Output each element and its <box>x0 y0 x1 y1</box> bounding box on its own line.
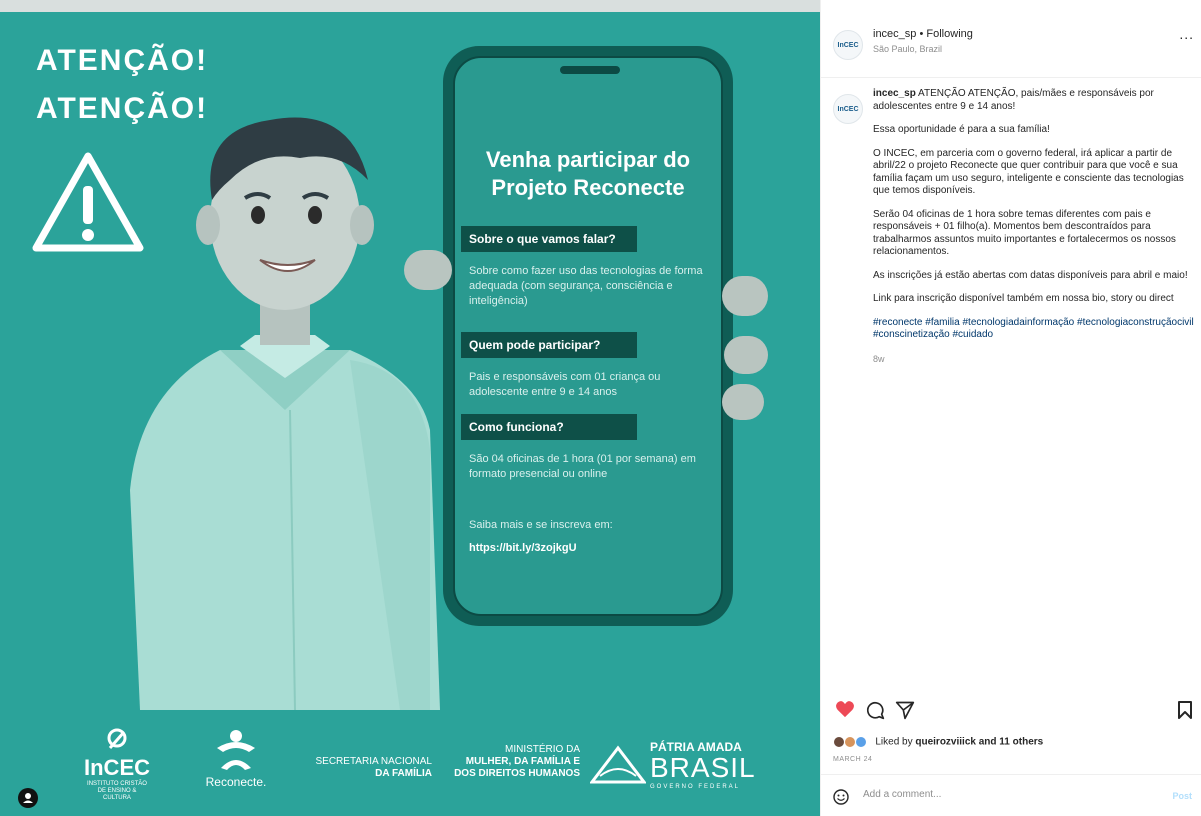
secretaria-line-1: SECRETARIA NACIONAL <box>315 756 432 767</box>
likes-summary: Liked by queirozviiick and 11 others <box>833 736 1043 748</box>
secretaria-logo: SECRETARIA NACIONAL DA FAMÍLIA <box>312 756 432 780</box>
caption-username[interactable]: incec_sp <box>873 88 916 99</box>
liked-by-others[interactable]: and 11 others <box>979 737 1043 748</box>
action-bar <box>821 696 1201 724</box>
phone-notch <box>560 66 620 74</box>
reconecte-logo: Reconecte. <box>196 728 276 789</box>
caption-hashtags[interactable]: #reconecte #familia #tecnologiadainforma… <box>873 317 1199 342</box>
post-caption: incec_sp ATENÇÃO ATENÇÃO, pais/mães e re… <box>873 88 1199 376</box>
ministerio-line-1: MINISTÉRIO DA <box>504 744 580 755</box>
ministerio-line-3: DOS DIREITOS HUMANOS <box>454 768 580 779</box>
incec-mark-icon <box>107 728 127 749</box>
more-options-button[interactable]: ... <box>1179 26 1194 42</box>
phone-screen: Venha participar do Projeto Reconecte So… <box>453 56 723 616</box>
cta-text: Saiba mais e se inscreva em: <box>469 519 613 531</box>
ministerio-line-2: MULHER, DA FAMÍLIA E <box>465 756 580 767</box>
liked-by-user[interactable]: queirozviiick <box>915 737 976 748</box>
account-avatar[interactable]: InCEC <box>833 30 863 60</box>
incec-name: InCEC <box>84 755 150 780</box>
save-bookmark-icon[interactable] <box>1177 700 1193 720</box>
tagged-users-button[interactable] <box>18 788 38 808</box>
comment-input[interactable] <box>863 789 1143 800</box>
caption-age: 8w <box>873 353 885 364</box>
incec-logo: InCEC INSTITUTO CRISTÃO DE ENSINO & CULT… <box>84 728 150 802</box>
incec-subtitle: INSTITUTO CRISTÃO DE ENSINO & CULTURA <box>87 781 147 801</box>
brasil-gov-text: GOVERNO FEDERAL <box>650 784 741 790</box>
post-comment-button[interactable]: Post <box>1172 791 1192 801</box>
thumb <box>404 250 452 290</box>
finger-3 <box>722 384 764 420</box>
header-separator: • <box>919 28 924 40</box>
post-date: MARCH 24 <box>833 756 873 763</box>
top-strip <box>0 0 820 12</box>
caption-paragraph-4: As inscrições já estão abertas com datas… <box>873 269 1188 281</box>
user-tag-icon <box>23 793 33 803</box>
post-image: ATENÇÃO! ATENÇÃO! Venha participar do Pr… <box>0 0 820 816</box>
section-text-who: Pais e responsáveis com 01 criança ou ad… <box>469 371 661 398</box>
post-header: InCEC incec_sp • Following São Paulo, Br… <box>821 12 1201 78</box>
caption-paragraph-2: O INCEC, em parceria com o governo feder… <box>873 147 1184 197</box>
comment-bar: Post <box>821 774 1201 816</box>
post-location[interactable]: São Paulo, Brazil <box>873 44 942 54</box>
reconecte-name: Reconecte. <box>205 775 267 789</box>
reconecte-mark-icon <box>217 730 255 770</box>
phone-title: Venha participar do Projeto Reconecte <box>485 147 691 200</box>
liker-avatar-3 <box>854 736 867 748</box>
account-line: incec_sp • Following <box>873 28 973 40</box>
attention-heading-1: ATENÇÃO! <box>36 44 209 77</box>
person-illustration <box>130 117 440 710</box>
emoji-icon[interactable] <box>833 789 849 805</box>
finger-2 <box>724 336 768 374</box>
following-button[interactable]: Following <box>926 28 972 40</box>
brasil-text: BRASIL <box>650 752 756 783</box>
caption-paragraph-5: Link para inscrição disponível também em… <box>873 293 1174 304</box>
signup-link: https://bit.ly/3zojkgU <box>469 542 577 554</box>
caption-avatar[interactable]: InCEC <box>833 94 863 124</box>
section-heading-who: Quem pode participar? <box>461 332 637 358</box>
partner-logos: InCEC INSTITUTO CRISTÃO DE ENSINO & CULT… <box>0 720 820 816</box>
share-icon[interactable] <box>895 700 915 720</box>
account-username[interactable]: incec_sp <box>873 28 916 40</box>
caption-paragraph-1: Essa oportunidade é para a sua família! <box>873 124 1050 135</box>
liker-avatar-2 <box>843 736 856 748</box>
phone-frame: Venha participar do Projeto Reconecte So… <box>443 46 733 626</box>
ministerio-logo: MINISTÉRIO DA MULHER, DA FAMÍLIA E DOS D… <box>450 744 580 780</box>
liked-by-prefix: Liked by <box>875 736 913 748</box>
section-heading-topics: Sobre o que vamos falar? <box>461 226 637 252</box>
caption-paragraph-3: Serão 04 oficinas de 1 hora sobre temas … <box>873 208 1176 258</box>
like-heart-icon[interactable] <box>835 700 855 718</box>
secretaria-line-2: DA FAMÍLIA <box>375 768 432 779</box>
finger-1 <box>722 276 768 316</box>
comment-icon[interactable] <box>865 700 885 720</box>
section-text-how: São 04 oficinas de 1 hora (01 por semana… <box>469 453 696 480</box>
caption-first-line: ATENÇÃO ATENÇÃO, pais/mães e responsávei… <box>873 88 1154 112</box>
post-sidebar: InCEC incec_sp • Following São Paulo, Br… <box>820 0 1201 816</box>
brasil-flag-icon <box>590 745 646 784</box>
section-text-topics: Sobre como fazer uso das tecnologias de … <box>469 265 703 307</box>
section-heading-how: Como funciona? <box>461 414 637 440</box>
